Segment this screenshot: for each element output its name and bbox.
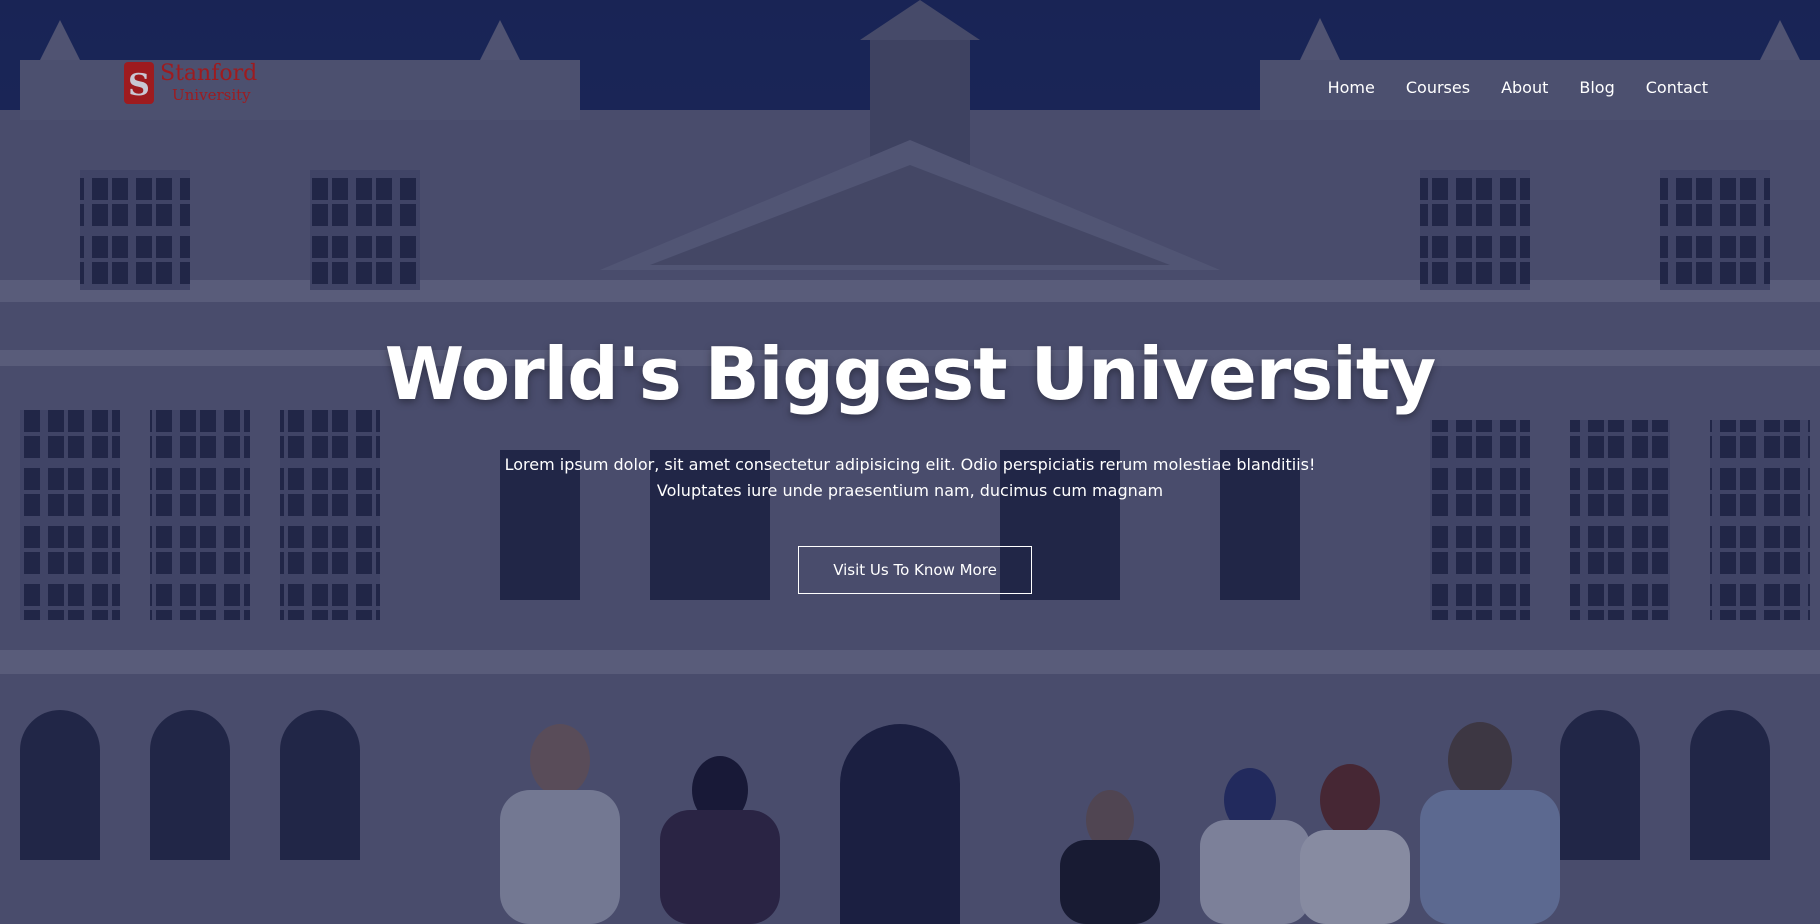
logo-name-top: Stanford bbox=[160, 61, 257, 86]
stanford-logo-mark: S Stanford University bbox=[124, 61, 257, 104]
nav-about[interactable]: About bbox=[1501, 78, 1548, 97]
nav-courses[interactable]: Courses bbox=[1406, 78, 1470, 97]
university-logo[interactable]: S Stanford University bbox=[122, 58, 272, 110]
hero-description-line-1: Lorem ipsum dolor, sit amet consectetur … bbox=[504, 455, 1316, 474]
nav-blog[interactable]: Blog bbox=[1579, 78, 1614, 97]
nav-contact[interactable]: Contact bbox=[1646, 78, 1708, 97]
main-navigation: Home Courses About Blog Contact bbox=[1297, 78, 1708, 97]
visit-us-button[interactable]: Visit Us To Know More bbox=[798, 546, 1032, 594]
hero-section: S Stanford University Home Courses About… bbox=[0, 0, 1820, 924]
hero-title: World's Biggest University bbox=[384, 332, 1436, 416]
logo-emblem-letter: S bbox=[128, 68, 150, 103]
logo-name-bottom: University bbox=[172, 86, 251, 104]
nav-home[interactable]: Home bbox=[1328, 78, 1375, 97]
hero-description-line-2: Voluptates iure unde praesentium nam, du… bbox=[656, 481, 1164, 500]
hero-description: Lorem ipsum dolor, sit amet consectetur … bbox=[0, 452, 1820, 504]
